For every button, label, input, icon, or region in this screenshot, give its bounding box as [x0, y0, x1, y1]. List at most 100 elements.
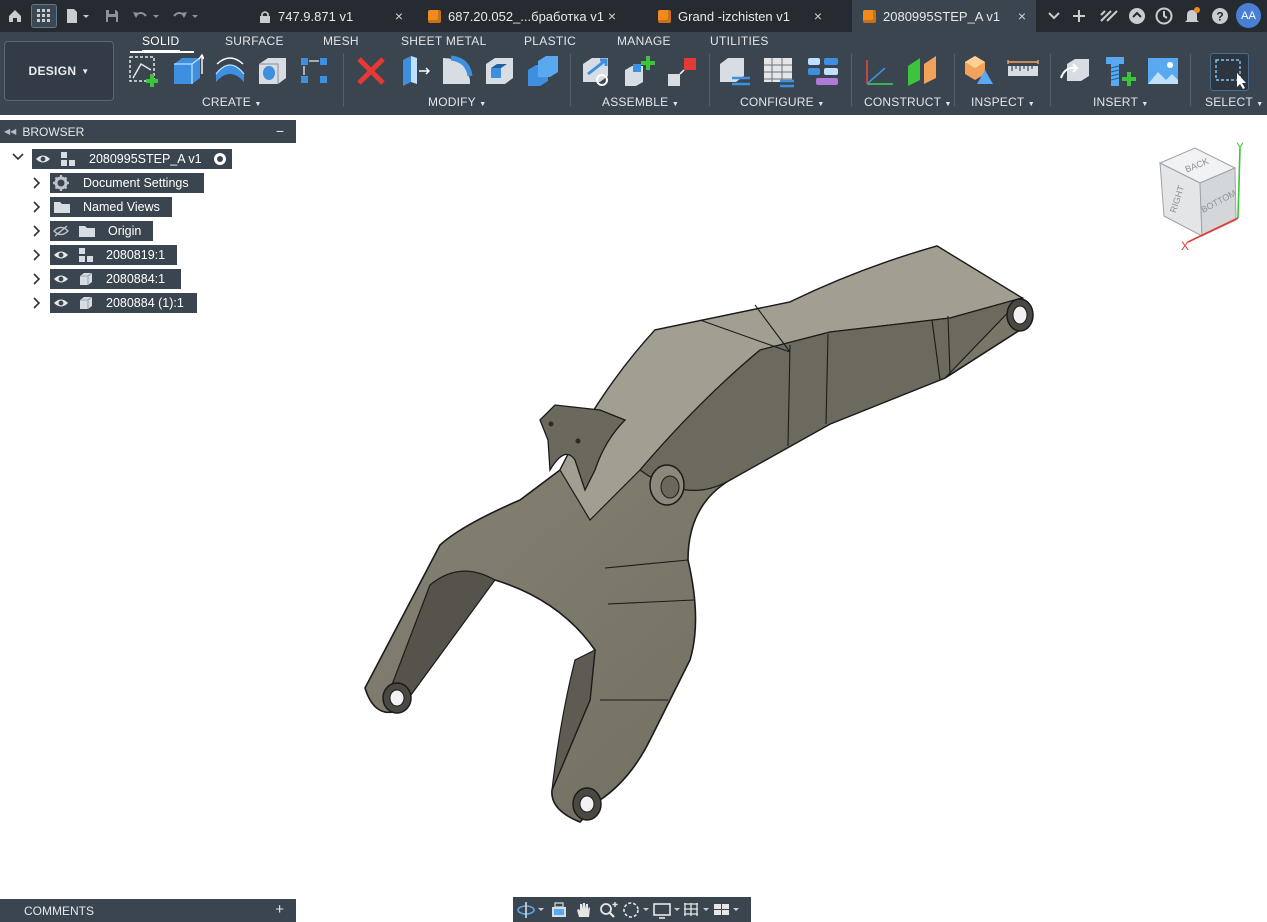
active-radio-icon[interactable]	[213, 152, 227, 166]
hidden-eye-icon[interactable]	[53, 225, 69, 237]
group-inspect[interactable]: INSPECT ▼	[971, 95, 1035, 109]
offset-plane-icon[interactable]	[906, 54, 940, 88]
expand-chevron-icon[interactable]	[32, 249, 42, 261]
axis-construct-icon[interactable]	[863, 54, 897, 88]
data-panel-grid-icon[interactable]	[31, 4, 57, 28]
3d-model-viewport[interactable]	[350, 238, 1050, 843]
comments-panel-header[interactable]: COMMENTS +	[0, 899, 296, 922]
combine-icon[interactable]	[526, 54, 560, 88]
group-insert[interactable]: INSERT ▼	[1093, 95, 1148, 109]
measure-icon[interactable]	[1006, 54, 1040, 88]
expand-chevron-icon[interactable]	[32, 201, 42, 213]
joint-icon[interactable]	[666, 54, 700, 88]
tab-solid[interactable]: SOLID	[142, 34, 180, 52]
expand-chevron-icon[interactable]	[32, 225, 42, 237]
window-select-icon[interactable]	[1210, 53, 1249, 91]
view-cube[interactable]: BACK RIGHT BOTTOM Y X	[1150, 138, 1260, 258]
browser-item-origin[interactable]: Origin	[50, 221, 153, 241]
browser-item-component[interactable]: 2080819:1	[50, 245, 177, 265]
hole-icon[interactable]	[256, 54, 290, 88]
expand-chevron-icon[interactable]	[32, 273, 42, 285]
look-at-icon[interactable]	[550, 901, 568, 919]
configure-design-icon[interactable]	[718, 54, 752, 88]
close-tab-icon[interactable]: ×	[1018, 8, 1026, 24]
document-tab[interactable]: 687.20.052_...бработка v1 ×	[418, 0, 626, 32]
tab-manage[interactable]: MANAGE	[617, 34, 671, 48]
browser-root-node[interactable]: 2080995STEP_A v1	[32, 149, 232, 169]
document-tab[interactable]: Grand -izchisten v1 ×	[648, 0, 832, 32]
tab-label: 2080995STEP_A v1	[883, 8, 1001, 24]
configuration-table-icon[interactable]	[762, 54, 796, 88]
revolve-icon[interactable]	[213, 54, 247, 88]
expand-chevron-icon[interactable]	[32, 177, 42, 189]
close-tab-icon[interactable]: ×	[608, 8, 616, 24]
visibility-eye-icon[interactable]	[53, 274, 69, 284]
collapse-panel-icon[interactable]: ◀◀	[4, 127, 16, 136]
document-tab-active[interactable]: 2080995STEP_A v1 ×	[852, 0, 1036, 32]
pan-hand-icon[interactable]	[574, 901, 592, 919]
configuration-rules-icon[interactable]	[806, 54, 840, 88]
browser-panel-header[interactable]: ◀◀ BROWSER −	[0, 120, 296, 143]
insert-mcmaster-bolt-icon[interactable]	[1103, 54, 1137, 88]
user-avatar[interactable]: AA	[1236, 3, 1261, 28]
tab-surface[interactable]: SURFACE	[225, 34, 284, 48]
group-create[interactable]: CREATE ▼	[202, 95, 262, 109]
collapse-chevron-icon[interactable]	[12, 152, 24, 162]
new-tab-plus-icon[interactable]	[1068, 4, 1090, 28]
save-icon[interactable]	[102, 4, 122, 28]
browser-item-document-settings[interactable]: Document Settings	[50, 173, 204, 193]
pattern-icon[interactable]	[298, 54, 332, 88]
group-select[interactable]: SELECT ▼	[1205, 95, 1263, 109]
section-analysis-icon[interactable]	[963, 54, 997, 88]
visibility-eye-icon[interactable]	[35, 154, 51, 164]
new-component-icon[interactable]	[623, 54, 657, 88]
home-icon[interactable]	[4, 4, 26, 28]
tab-sheet-metal[interactable]: SHEET METAL	[401, 34, 487, 48]
job-status-icon[interactable]	[1125, 4, 1149, 28]
visibility-eye-icon[interactable]	[53, 298, 69, 308]
file-menu-icon[interactable]	[64, 4, 92, 28]
notifications-bell-icon[interactable]	[1180, 4, 1204, 28]
close-tab-icon[interactable]: ×	[395, 8, 403, 24]
visibility-eye-icon[interactable]	[53, 250, 69, 260]
undo-icon[interactable]	[130, 4, 162, 28]
new-component-link-icon[interactable]	[580, 54, 614, 88]
insert-canvas-image-icon[interactable]	[1146, 54, 1180, 88]
shell-icon[interactable]	[483, 54, 517, 88]
create-sketch-icon[interactable]	[127, 54, 161, 88]
tab-plastic[interactable]: PLASTIC	[524, 34, 576, 48]
help-icon[interactable]: ?	[1208, 4, 1232, 28]
display-settings-icon[interactable]	[652, 901, 682, 919]
group-assemble[interactable]: ASSEMBLE ▼	[602, 95, 679, 109]
tab-utilities[interactable]: UTILITIES	[710, 34, 769, 48]
browser-item-named-views[interactable]: Named Views	[50, 197, 172, 217]
viewports-icon[interactable]	[712, 901, 742, 919]
expand-chevron-icon[interactable]	[32, 297, 42, 309]
orbit-icon[interactable]	[516, 901, 544, 919]
fillet-icon[interactable]	[440, 54, 474, 88]
close-tab-icon[interactable]: ×	[814, 8, 822, 24]
document-tab-bar: 747.9.871 v1 × 687.20.052_...бработка v1…	[0, 0, 1267, 32]
clock-icon[interactable]	[1152, 4, 1176, 28]
group-divider	[1190, 54, 1191, 106]
add-comment-plus-icon[interactable]: +	[275, 901, 284, 918]
insert-derive-icon[interactable]	[1059, 54, 1093, 88]
redo-icon[interactable]	[170, 4, 202, 28]
grid-settings-icon[interactable]	[682, 901, 712, 919]
browser-item-body[interactable]: 2080884:1	[50, 269, 181, 289]
delete-icon[interactable]	[354, 54, 388, 88]
press-pull-icon[interactable]	[397, 54, 431, 88]
tab-mesh[interactable]: MESH	[323, 34, 359, 48]
extensions-icon[interactable]	[1096, 4, 1122, 28]
group-construct[interactable]: CONSTRUCT ▼	[864, 95, 952, 109]
group-modify[interactable]: MODIFY ▼	[428, 95, 486, 109]
browser-item-body[interactable]: 2080884 (1):1	[50, 293, 197, 313]
tab-overflow-chevron-icon[interactable]	[1044, 4, 1064, 28]
workspace-switcher-button[interactable]: DESIGN ▼	[4, 41, 114, 101]
document-tab[interactable]: 747.9.871 v1 ×	[248, 0, 413, 32]
fit-window-icon[interactable]	[622, 901, 650, 919]
extrude-icon[interactable]	[170, 54, 204, 88]
zoom-icon[interactable]	[598, 901, 618, 919]
minimize-panel-icon[interactable]: −	[276, 123, 284, 139]
group-configure[interactable]: CONFIGURE ▼	[740, 95, 825, 109]
